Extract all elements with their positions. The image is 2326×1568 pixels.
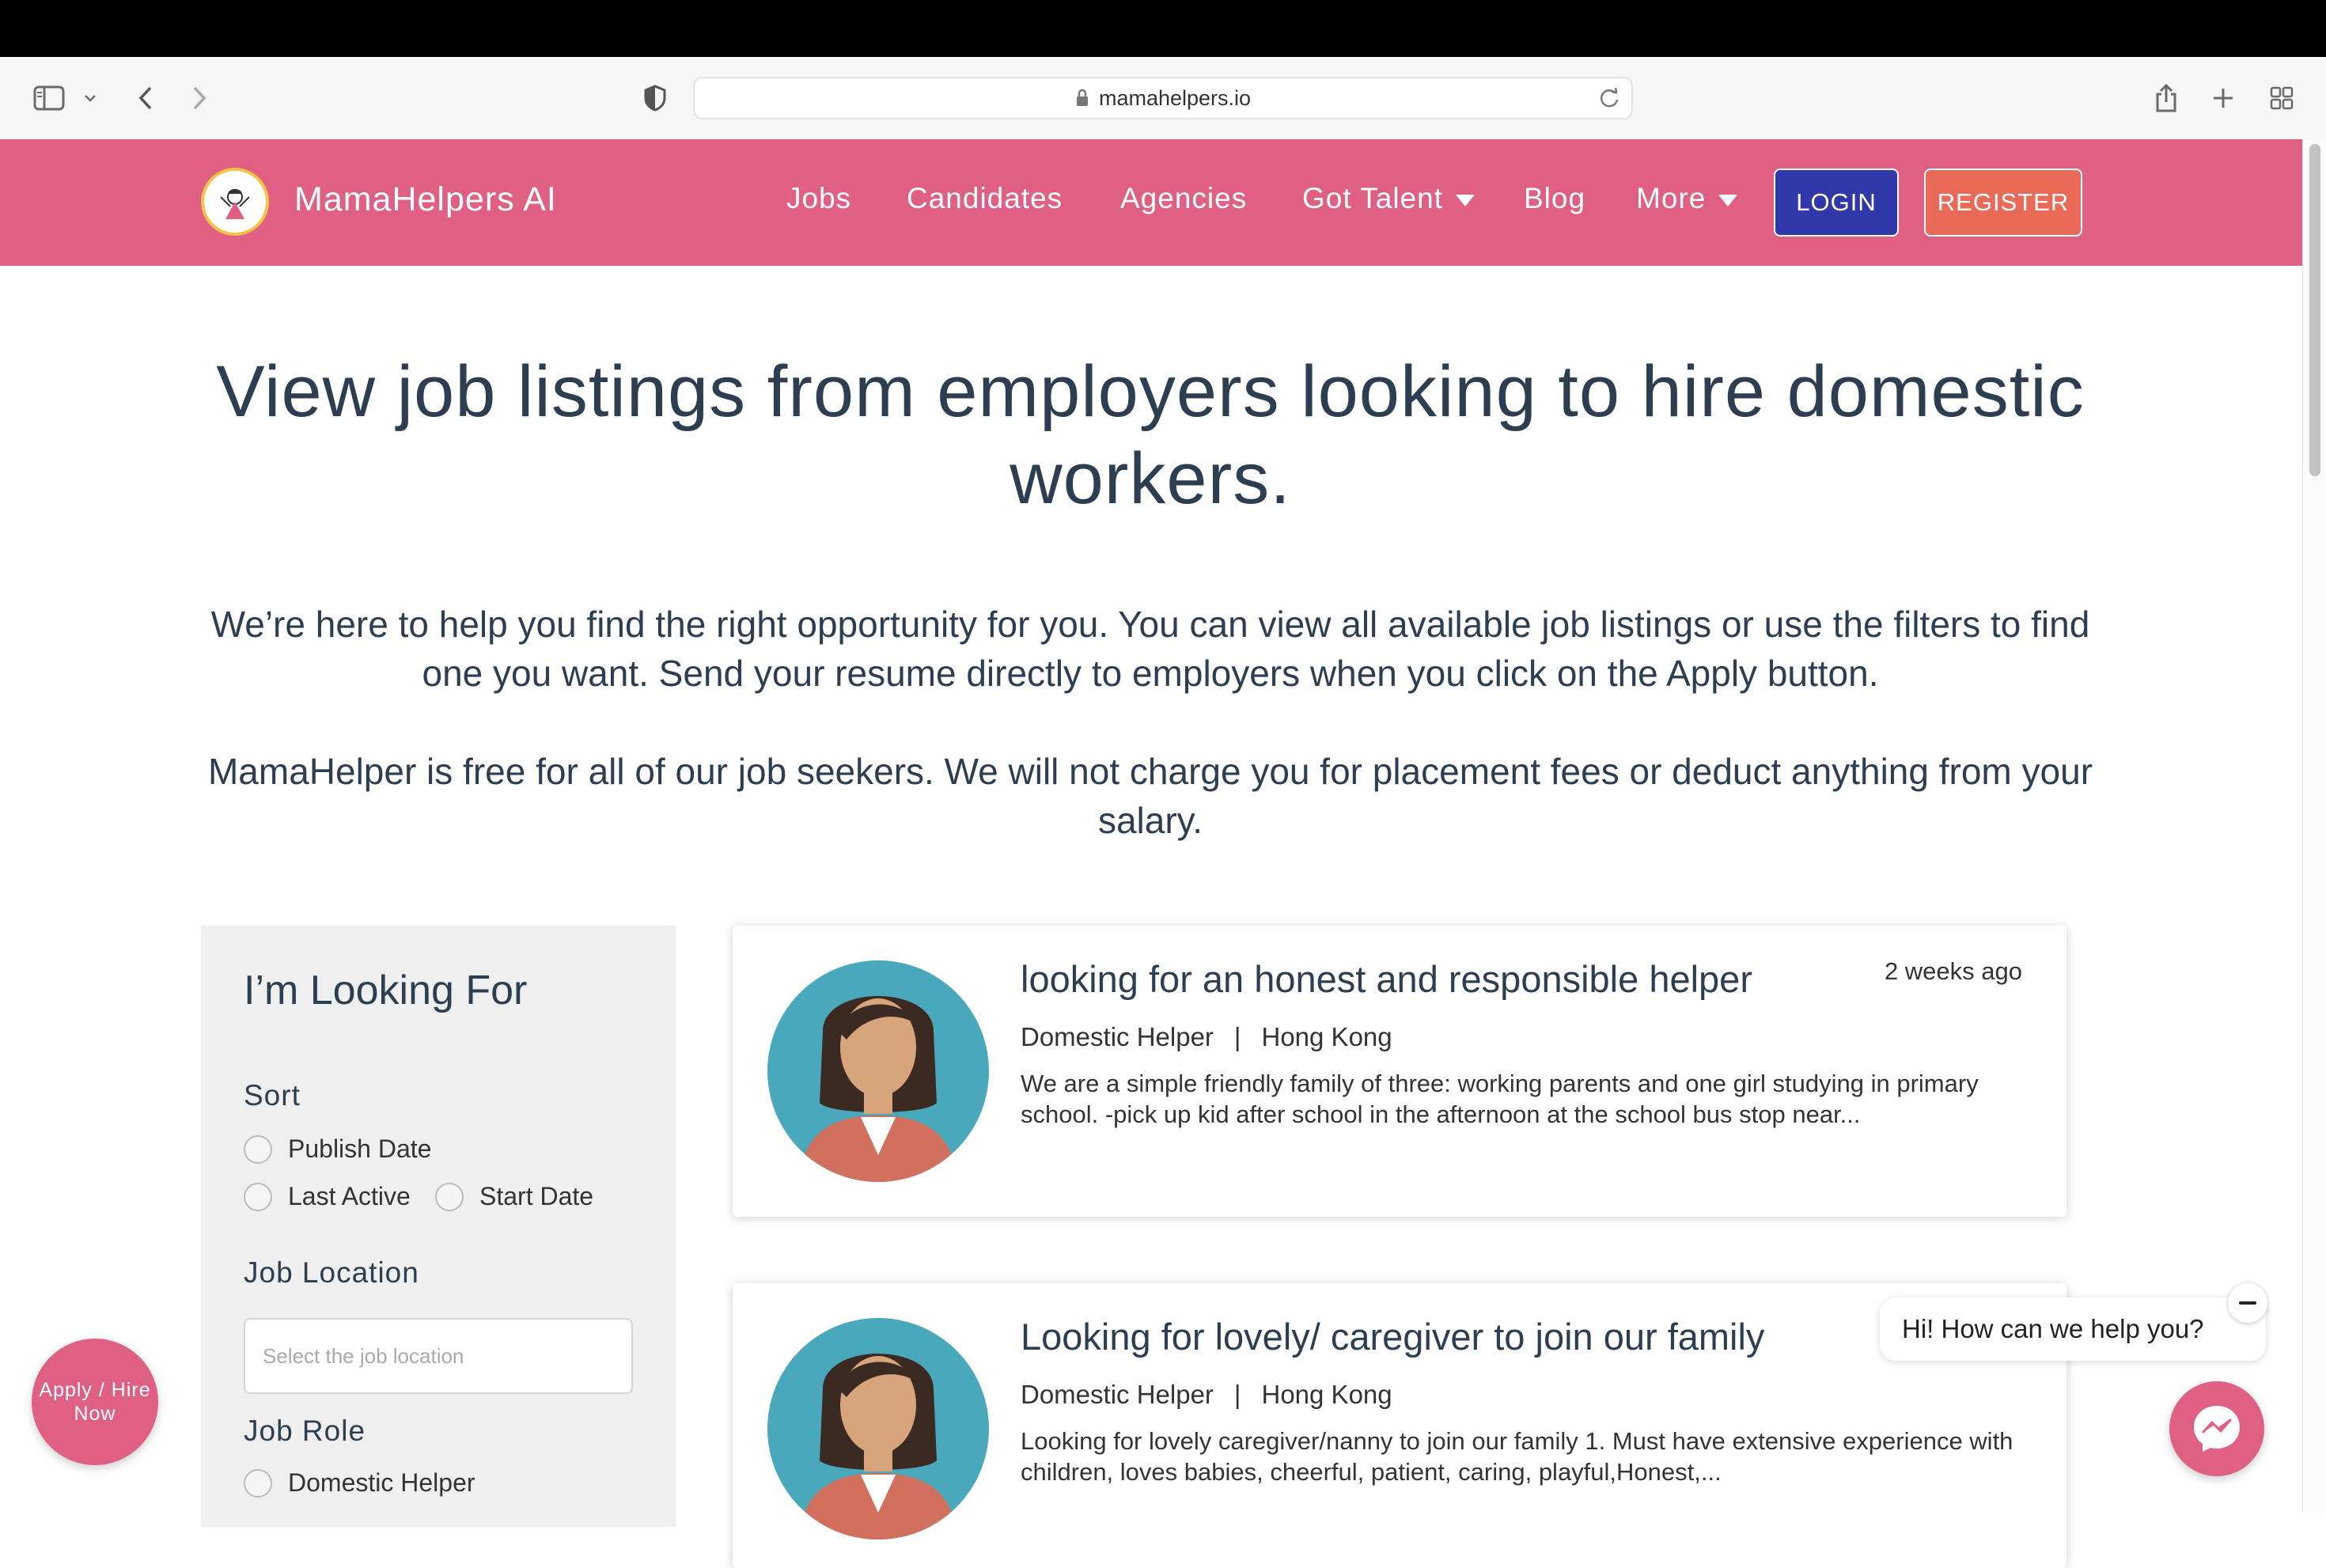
job-card[interactable]: looking for an honest and responsible he… (733, 926, 2067, 1217)
nav-jobs[interactable]: Jobs (786, 182, 851, 215)
sort-start-date[interactable]: Start Date (435, 1182, 593, 1211)
menu-bar (0, 0, 2326, 57)
apply-hire-now-button[interactable]: Apply / Hire Now (32, 1339, 158, 1465)
scrollbar[interactable] (2302, 139, 2326, 1513)
radio-button[interactable] (244, 1468, 272, 1498)
messenger-chat-button[interactable] (2169, 1381, 2264, 1476)
job-meta: Domestic Helper | Hong Kong (1021, 1380, 1392, 1410)
chat-greeting-bubble[interactable]: Hi! How can we help you? (1880, 1297, 2266, 1361)
minimize-chat-icon[interactable] (2228, 1283, 2267, 1323)
job-location-input[interactable]: Select the job location (244, 1318, 633, 1394)
tab-overview-icon[interactable] (2266, 79, 2298, 117)
job-location: Hong Kong (1261, 1022, 1392, 1051)
caret-down-icon (1455, 194, 1475, 206)
scrollbar-thumb[interactable] (2309, 144, 2320, 476)
nav-blog[interactable]: Blog (1524, 182, 1585, 215)
back-icon[interactable] (130, 79, 161, 117)
new-tab-icon[interactable] (2207, 79, 2239, 117)
job-title[interactable]: Looking for lovely/ caregiver to join ou… (1021, 1315, 1764, 1358)
job-location: Hong Kong (1261, 1380, 1392, 1409)
job-description: Looking for lovely caregiver/nanny to jo… (1021, 1427, 2013, 1486)
radio-label: Last Active (288, 1182, 411, 1210)
caret-down-icon (1718, 194, 1738, 206)
login-button[interactable]: LOGIN (1774, 169, 1899, 237)
register-button[interactable]: REGISTER (1924, 169, 2082, 237)
nav-got-talent-label: Got Talent (1302, 182, 1443, 214)
filter-panel: I’m Looking For Sort Publish Date Last A… (201, 926, 676, 1527)
address-bar[interactable]: mamahelpers.io (693, 77, 1633, 119)
job-description: We are a simple friendly family of three… (1021, 1070, 1979, 1128)
job-posted-time: 2 weeks ago (1884, 957, 2022, 985)
privacy-shield-icon[interactable] (639, 79, 671, 117)
reload-icon[interactable] (1598, 86, 1620, 114)
radio-button[interactable] (244, 1134, 272, 1164)
sidebar-icon[interactable] (30, 79, 68, 117)
radio-label: Domestic Helper (288, 1468, 475, 1497)
sort-last-active[interactable]: Last Active (244, 1182, 411, 1211)
intro-paragraph-2: MamaHelper is free for all of our job se… (207, 751, 2093, 841)
intro-text: We’re here to help you find the right op… (201, 600, 2100, 894)
site-header: MamaHelpers AI Jobs Candidates Agencies … (0, 139, 2302, 266)
nav-agencies[interactable]: Agencies (1120, 182, 1247, 215)
job-role: Domestic Helper (1021, 1380, 1214, 1409)
radio-label: Start Date (479, 1182, 594, 1210)
radio-button[interactable] (435, 1182, 464, 1211)
job-title[interactable]: looking for an honest and responsible he… (1021, 957, 1752, 1001)
sort-publish-date[interactable]: Publish Date (244, 1134, 431, 1164)
lock-icon (1076, 89, 1088, 106)
job-card[interactable]: Looking for lovely/ caregiver to join ou… (733, 1283, 2067, 1568)
chevron-down-icon[interactable] (81, 79, 100, 117)
nav-more-label: More (1636, 182, 1707, 214)
employer-avatar (767, 960, 989, 1182)
page-title: View job listings from employers looking… (216, 351, 2085, 519)
job-role: Domestic Helper (1021, 1022, 1214, 1051)
radio-button[interactable] (244, 1182, 272, 1211)
brand-name[interactable]: MamaHelpers AI (294, 180, 557, 219)
meta-separator: | (1233, 1380, 1241, 1409)
browser-toolbar: mamahelpers.io (0, 57, 2326, 140)
employer-avatar (767, 1318, 989, 1540)
url-text: mamahelpers.io (1098, 85, 1252, 110)
messenger-icon (2194, 1406, 2240, 1452)
radio-label: Publish Date (288, 1134, 432, 1163)
nav-got-talent[interactable]: Got Talent (1302, 182, 1475, 215)
filter-title: I’m Looking For (244, 968, 528, 1013)
job-role-label: Job Role (244, 1415, 366, 1447)
intro-paragraph-1: We’re here to help you find the right op… (210, 604, 2090, 694)
meta-separator: | (1233, 1022, 1241, 1051)
job-location-label: Job Location (244, 1256, 419, 1289)
role-domestic-helper[interactable]: Domestic Helper (244, 1468, 475, 1498)
job-meta: Domestic Helper | Hong Kong (1021, 1022, 1392, 1052)
forward-icon[interactable] (184, 79, 215, 117)
nav-candidates[interactable]: Candidates (907, 182, 1063, 215)
share-icon[interactable] (2150, 79, 2182, 117)
sort-label: Sort (244, 1079, 301, 1112)
nav-more[interactable]: More (1636, 182, 1738, 215)
brand-logo[interactable] (201, 168, 269, 236)
